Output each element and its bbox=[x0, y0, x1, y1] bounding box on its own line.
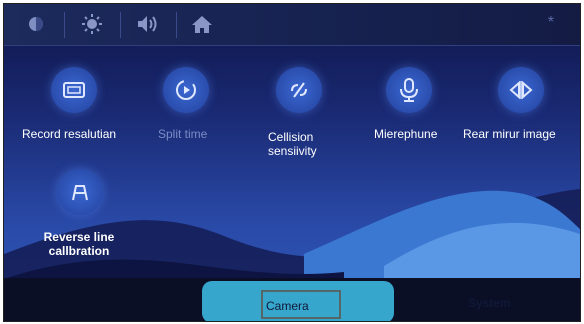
top-toolbar: * bbox=[4, 4, 580, 46]
home-icon[interactable] bbox=[182, 10, 222, 38]
feature-split-time[interactable]: Split time bbox=[134, 67, 238, 141]
feature-label: Mierephune bbox=[374, 127, 438, 141]
tab-label: System bbox=[468, 296, 511, 310]
feature-rear-mirror-image[interactable]: Rear mirur image bbox=[463, 67, 573, 141]
asterisk-icon: * bbox=[547, 14, 554, 31]
feature-label: Rear mirur image bbox=[463, 127, 556, 141]
reverse-line-icon bbox=[57, 169, 103, 215]
feature-reverse-line-calibration[interactable]: Reverse line callbration bbox=[28, 169, 132, 258]
tab-camera-label: Camera bbox=[266, 299, 309, 313]
feature-label: Cellision sensiivity bbox=[268, 130, 317, 158]
feature-label: Split time bbox=[158, 127, 208, 141]
collision-icon bbox=[276, 67, 322, 113]
resolution-icon bbox=[51, 67, 97, 113]
feature-label: Reverse line callbration bbox=[43, 230, 115, 258]
background-dunes bbox=[4, 189, 580, 321]
feature-microphone[interactable]: Mierephune bbox=[357, 67, 461, 141]
tab-system[interactable]: System bbox=[396, 278, 580, 321]
split-time-icon bbox=[163, 67, 209, 113]
sun-icon[interactable] bbox=[72, 10, 112, 38]
microphone-icon bbox=[386, 67, 432, 113]
app-screen: * Record resalutian Split time Cellision… bbox=[3, 3, 581, 322]
feature-record-resolution[interactable]: Record resalutian bbox=[22, 67, 126, 141]
mirror-icon bbox=[498, 67, 544, 113]
volume-icon[interactable] bbox=[128, 10, 168, 38]
tab-left[interactable] bbox=[4, 278, 200, 321]
feature-collision-sensitivity[interactable]: Cellision sensiivity bbox=[247, 67, 351, 158]
feature-label: Record resalutian bbox=[22, 127, 117, 141]
brightness-icon[interactable] bbox=[16, 10, 56, 38]
